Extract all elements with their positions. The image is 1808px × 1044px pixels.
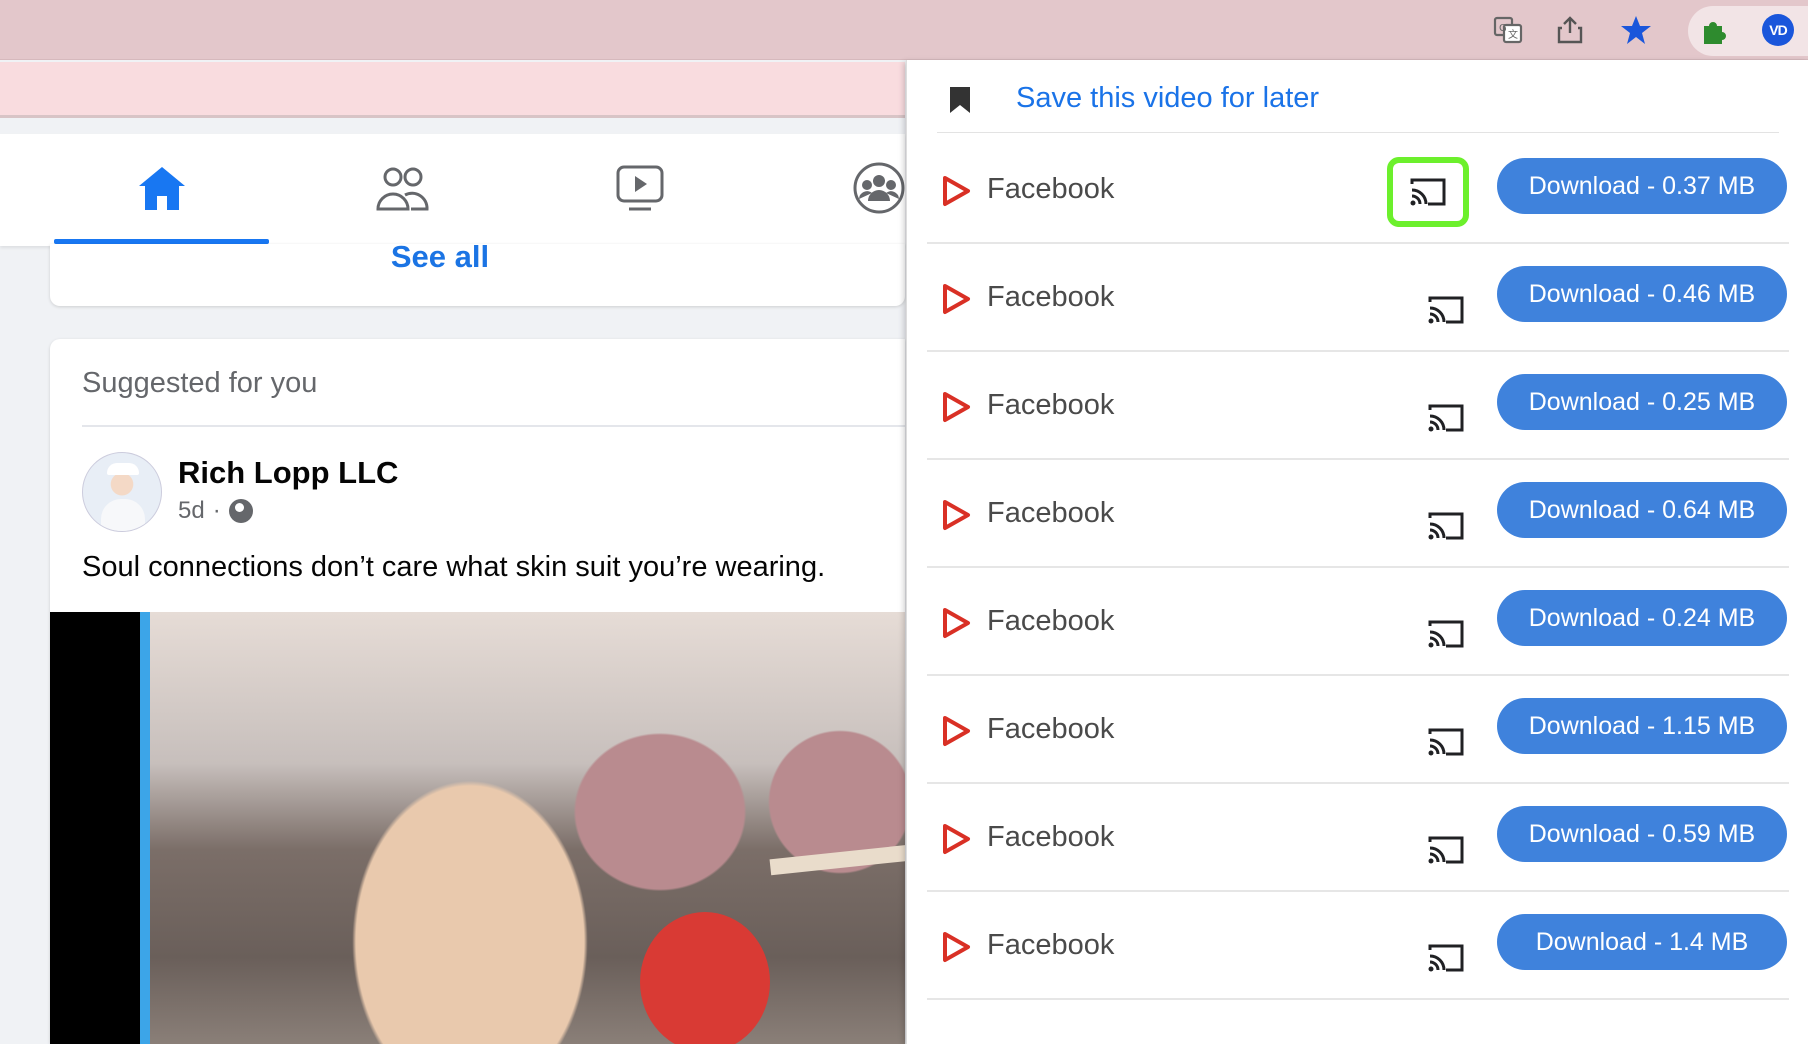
download-button[interactable]: Download - 1.4 MB — [1497, 914, 1787, 970]
video-row: Facebook Download - 0.59 MB — [927, 785, 1789, 892]
download-button[interactable]: Download - 0.46 MB — [1497, 266, 1787, 322]
video-source-label: Facebook — [987, 713, 1115, 745]
play-icon[interactable] — [941, 823, 971, 855]
video-source-label: Facebook — [987, 281, 1115, 313]
friends-icon — [375, 165, 429, 216]
svg-text:G: G — [1499, 23, 1507, 34]
video-edge — [140, 612, 150, 1044]
play-icon[interactable] — [941, 715, 971, 747]
download-button[interactable]: Download - 0.24 MB — [1497, 590, 1787, 646]
video-row: Facebook Download - 0.24 MB — [927, 569, 1789, 676]
video-row: Facebook Download - 0.37 MB — [927, 137, 1789, 244]
cast-icon[interactable] — [1405, 491, 1487, 561]
video-downloader-popup: Save this video for later Facebook Downlo… — [906, 60, 1808, 1044]
facebook-nav — [0, 134, 905, 246]
video-source-label: Facebook — [987, 929, 1115, 961]
cast-icon[interactable] — [1405, 383, 1487, 453]
play-icon[interactable] — [941, 931, 971, 963]
save-for-later-link[interactable]: Save this video for later — [1016, 82, 1319, 115]
suggested-post-card: Suggested for you Rich Lopp LLC 5d · Sou… — [50, 339, 905, 1044]
cast-icon[interactable] — [1405, 815, 1487, 885]
avatar[interactable] — [82, 452, 162, 532]
extensions-icon[interactable] — [1698, 12, 1734, 48]
video-source-label: Facebook — [987, 497, 1115, 529]
video-source-label: Facebook — [987, 389, 1115, 421]
globe-icon[interactable] — [228, 499, 253, 523]
video-source-label: Facebook — [987, 821, 1115, 853]
play-icon[interactable] — [941, 175, 971, 207]
page-banner — [0, 62, 905, 118]
video-row: Facebook Download - 1.4 MB — [927, 893, 1789, 1000]
browser-toolbar: G文 VD — [0, 0, 1808, 60]
download-button[interactable]: Download - 1.15 MB — [1497, 698, 1787, 754]
nav-watch[interactable] — [532, 134, 748, 246]
home-icon — [137, 164, 187, 217]
video-row: Facebook Download - 0.64 MB — [927, 461, 1789, 568]
play-icon[interactable] — [941, 391, 971, 423]
video-frame — [140, 612, 905, 1044]
see-all-card: See all — [50, 241, 905, 306]
video-source-label: Facebook — [987, 173, 1115, 205]
suggested-header: Suggested for you — [82, 367, 318, 399]
video-row: Facebook Download - 0.46 MB — [927, 245, 1789, 352]
play-icon[interactable] — [941, 607, 971, 639]
play-icon[interactable] — [941, 283, 971, 315]
groups-icon — [852, 161, 906, 220]
post-time[interactable]: 5d — [178, 497, 205, 525]
bookmark-icon — [949, 86, 971, 119]
post-caption: Soul connections don’t care what skin su… — [82, 551, 826, 583]
see-all-link[interactable]: See all — [50, 241, 830, 272]
share-icon[interactable] — [1552, 12, 1588, 48]
nav-groups[interactable] — [770, 134, 905, 246]
cast-icon[interactable] — [1387, 157, 1469, 227]
divider — [82, 425, 905, 427]
nav-friends[interactable] — [294, 134, 510, 246]
save-for-later-row[interactable]: Save this video for later — [937, 60, 1779, 133]
video-row: Facebook Download - 1.15 MB — [927, 677, 1789, 784]
post-author[interactable]: Rich Lopp LLC — [178, 455, 398, 491]
download-button[interactable]: Download - 0.37 MB — [1497, 158, 1787, 214]
video-red-object — [640, 912, 770, 1044]
post-video[interactable] — [50, 612, 905, 1044]
translate-icon[interactable]: G文 — [1490, 12, 1526, 48]
star-icon[interactable] — [1618, 12, 1654, 48]
download-button[interactable]: Download - 0.64 MB — [1497, 482, 1787, 538]
cast-icon[interactable] — [1405, 923, 1487, 993]
post-separator: · — [212, 497, 221, 524]
play-icon[interactable] — [941, 499, 971, 531]
download-button[interactable]: Download - 0.59 MB — [1497, 806, 1787, 862]
post-meta: 5d · — [178, 497, 253, 525]
profile-avatar[interactable]: VD — [1762, 14, 1794, 46]
cast-icon[interactable] — [1405, 275, 1487, 345]
svg-text:文: 文 — [1508, 28, 1518, 41]
watch-icon — [615, 164, 665, 217]
nav-home[interactable] — [54, 134, 270, 246]
download-button[interactable]: Download - 0.25 MB — [1497, 374, 1787, 430]
cast-icon[interactable] — [1405, 599, 1487, 669]
video-row: Facebook Download - 0.25 MB — [927, 353, 1789, 460]
cast-icon[interactable] — [1405, 707, 1487, 777]
video-source-label: Facebook — [987, 605, 1115, 637]
